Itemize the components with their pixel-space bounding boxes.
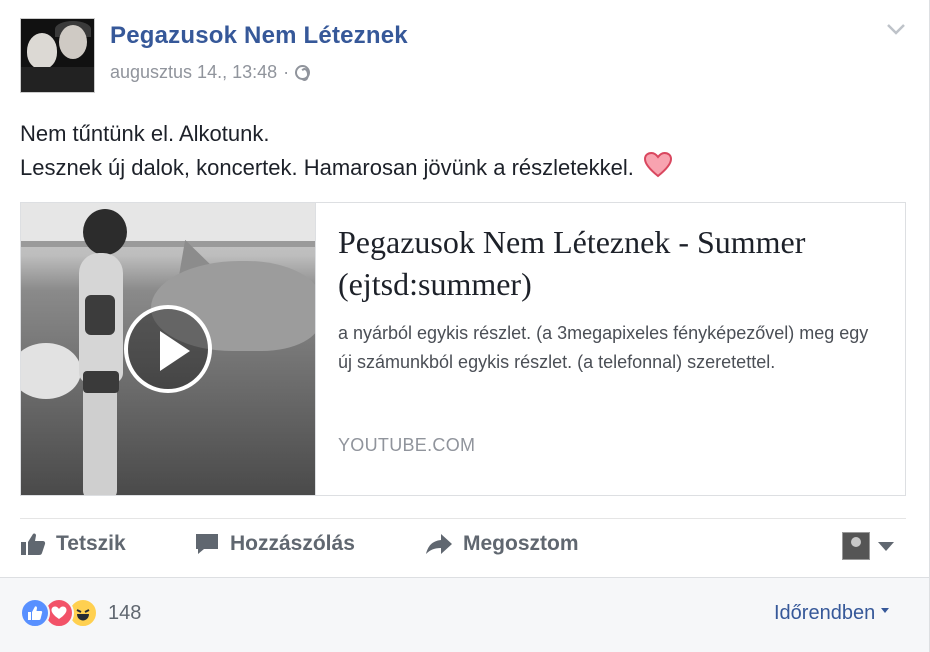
caret-down-icon [878,541,894,551]
feed-post: Pegazusok Nem Léteznek augusztus 14., 13… [0,0,930,652]
author-avatar[interactable] [20,18,95,93]
link-title[interactable]: Pegazusok Nem Léteznek - Summer (ejtsd:s… [338,221,883,305]
page-avatar [842,532,870,560]
caret-down-icon [881,608,890,613]
avatar-face-right [59,25,87,59]
post-text: Nem tűntünk el. Alkotunk. Lesznek új dal… [20,117,672,185]
link-preview-card[interactable]: Pegazusok Nem Léteznek - Summer (ejtsd:s… [20,202,906,496]
link-domain: YOUTUBE.COM [338,435,476,455]
post-as-selector[interactable] [842,532,894,560]
play-icon[interactable] [124,305,212,393]
link-description: a nyárból egykis részlet. (a 3megapixele… [338,323,869,372]
comment-button[interactable]: Hozzászólás [194,532,355,556]
like-reaction-icon [20,598,50,628]
person-swimsuit-bottom [83,371,119,393]
post-text-line-1: Nem tűntünk el. Alkotunk. [20,121,270,146]
reactions-footer: 148 Időrendben [0,577,929,652]
reaction-summary[interactable]: 148 [20,598,141,628]
share-button[interactable]: Megosztom [425,532,579,556]
author-name-link[interactable]: Pegazusok Nem Léteznek [110,22,408,50]
person-legs [83,379,117,495]
share-arrow-icon [426,534,452,554]
thumbnail-sky [21,203,315,243]
speech-bubble-icon [196,534,218,554]
chevron-down-icon[interactable] [886,22,906,36]
like-button[interactable]: Tetszik [20,532,126,556]
meta-separator: · [283,62,290,82]
comment-order-dropdown[interactable]: Időrendben [774,602,890,625]
post-actions-bar: Tetszik Hozzászólás Megosztom [20,532,906,564]
share-label: Megosztom [463,532,579,555]
post-meta: augusztus 14., 13:48 · [110,62,311,83]
person-head [83,209,127,255]
post-timestamp[interactable]: augusztus 14., 13:48 [110,62,277,83]
like-label: Tetszik [56,532,126,555]
person-swimsuit-top [85,295,115,335]
post-text-line-2: Lesznek új dalok, koncertek. Hamarosan j… [20,151,672,185]
link-preview-body[interactable]: Pegazusok Nem Léteznek - Summer (ejtsd:s… [315,203,905,495]
globe-icon[interactable] [295,65,311,81]
avatar-shoulders [21,67,94,92]
post-text-line-2-text: Lesznek új dalok, koncertek. Hamarosan j… [20,155,634,180]
actions-divider [20,518,906,519]
heart-icon [644,152,672,178]
avatar-face-left [27,33,57,69]
comment-label: Hozzászólás [230,532,355,555]
comment-order-label: Időrendben [774,602,876,624]
video-thumbnail[interactable] [21,203,315,495]
reaction-count: 148 [108,601,142,624]
thumbs-up-icon [21,533,46,555]
